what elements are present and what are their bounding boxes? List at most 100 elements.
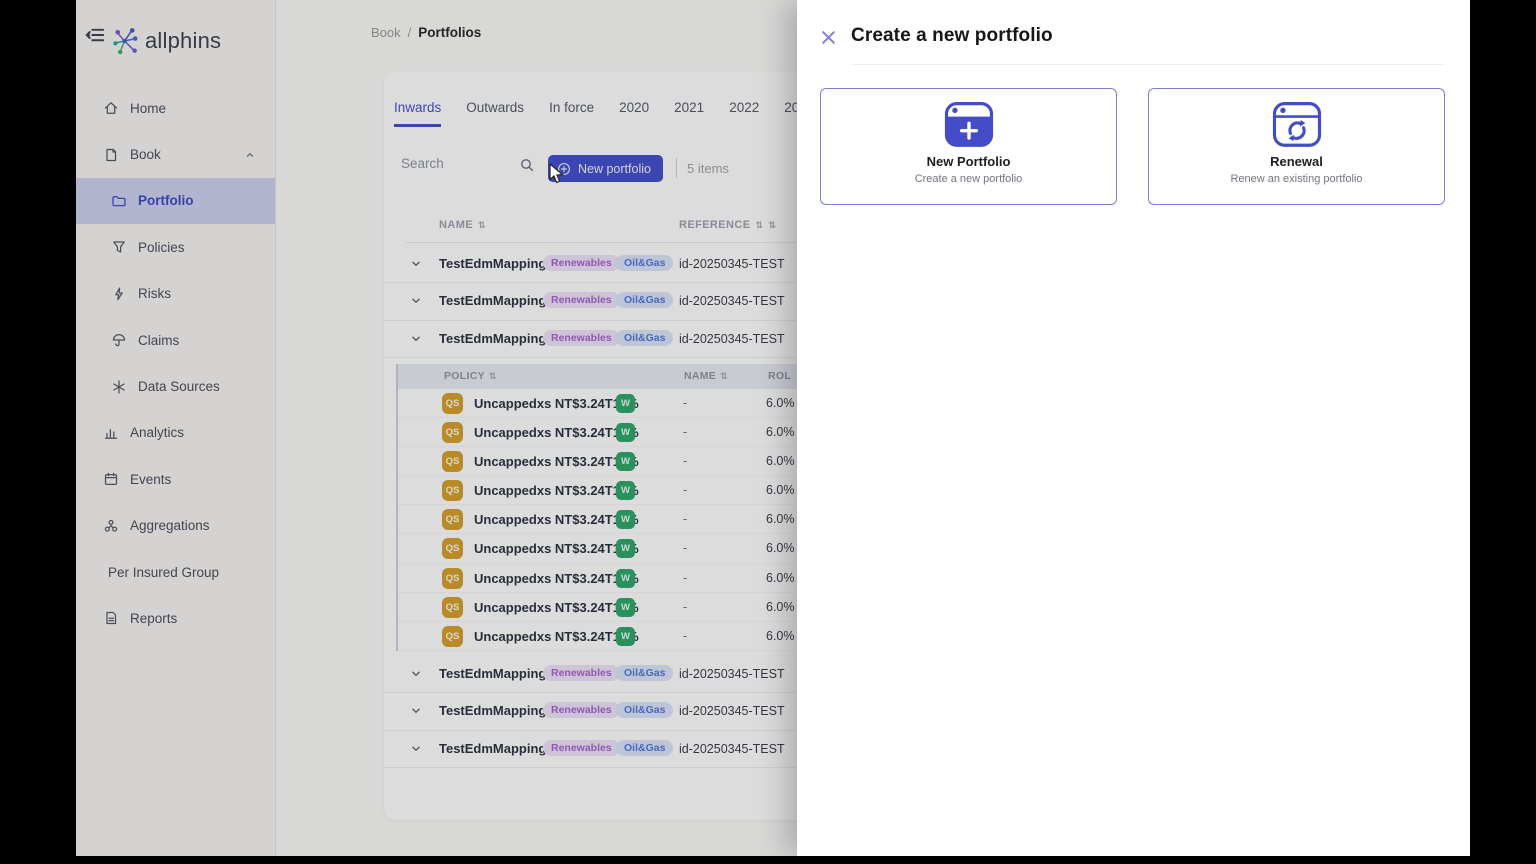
portfolio-reference: id-20250345-TEST (679, 257, 785, 271)
expand-chevron-icon[interactable] (409, 667, 423, 681)
sidebar-item-home[interactable]: Home (76, 85, 275, 131)
sidebar-item-reports[interactable]: Reports (76, 595, 275, 641)
expand-chevron-icon[interactable] (409, 704, 423, 718)
portfolio-name: TestEdmMapping (439, 703, 546, 718)
option-card-renewal[interactable]: Renewal Renew an existing portfolio (1148, 88, 1445, 205)
sidebar-item-aggregations[interactable]: Aggregations (76, 503, 275, 549)
qs-badge: QS (442, 538, 463, 559)
sidebar-item-policies[interactable]: Policies (76, 224, 275, 270)
portfolio-name: TestEdmMapping (439, 293, 546, 308)
column-header-policy-name[interactable]: NAME⇅ (684, 370, 728, 382)
folder-icon (111, 193, 127, 209)
sort-icon[interactable]: ⇅ (768, 220, 776, 231)
report-icon (103, 610, 119, 626)
umbrella-icon (111, 332, 127, 348)
expand-chevron-icon[interactable] (409, 257, 423, 271)
portfolio-name: TestEdmMapping (439, 666, 546, 681)
sidebar-item-data-sources[interactable]: Data Sources (76, 363, 275, 409)
tab-2021[interactable]: 2021 (674, 100, 704, 127)
sidebar-item-portfolio[interactable]: Portfolio (76, 178, 275, 224)
breadcrumb-current: Portfolios (418, 25, 481, 40)
policy-insured-name: - (683, 571, 687, 585)
new-portfolio-button[interactable]: New portfolio (548, 155, 663, 182)
tag-oil-gas: Oil&Gas (616, 740, 673, 756)
breadcrumb-parent[interactable]: Book (371, 25, 401, 40)
qs-badge: QS (442, 626, 463, 647)
policy-name: Uncappedxs NT$3.24T10% (474, 512, 639, 527)
policy-rol: 6.0% (766, 425, 795, 439)
w-badge: W (616, 598, 635, 617)
policy-name: Uncappedxs NT$3.24T10% (474, 483, 639, 498)
option-description: Renew an existing portfolio (1230, 173, 1362, 185)
sidebar-item-label: Policies (138, 240, 185, 255)
sidebar-item-per-insured-group[interactable]: Per Insured Group (76, 549, 275, 595)
allphins-logo-icon (112, 26, 139, 56)
policy-rol: 6.0% (766, 571, 795, 585)
policy-rol: 6.0% (766, 454, 795, 468)
sidebar-item-claims[interactable]: Claims (76, 317, 275, 363)
policy-insured-name: - (683, 425, 687, 439)
bolt-icon (111, 286, 127, 302)
expand-chevron-icon[interactable] (409, 332, 423, 346)
expand-chevron-icon[interactable] (409, 742, 423, 756)
policy-insured-name: - (683, 600, 687, 614)
tab-in-force[interactable]: In force (549, 100, 594, 127)
asterisk-icon (111, 379, 127, 395)
column-header-name[interactable]: NAME⇅ (439, 219, 486, 231)
policy-rol: 6.0% (766, 512, 795, 526)
sidebar-nav: Home Book Portfolio Policies RisksClaims Data… (76, 85, 275, 642)
search-input[interactable] (401, 156, 501, 171)
sidebar-item-book[interactable]: Book (76, 131, 275, 177)
option-card-new-portfolio[interactable]: New Portfolio Create a new portfolio (820, 88, 1117, 205)
sidebar-item-events[interactable]: Events (76, 456, 275, 502)
option-description: Create a new portfolio (915, 173, 1023, 185)
drawer-divider (851, 64, 1444, 65)
policy-name: Uncappedxs NT$3.24T10% (474, 396, 639, 411)
sidebar-item-label: Portfolio (138, 193, 194, 208)
sidebar-item-label: Aggregations (130, 518, 210, 533)
drawer-title: Create a new portfolio (851, 25, 1053, 47)
new-portfolio-button-label: New portfolio (578, 162, 651, 176)
sidebar-item-risks[interactable]: Risks (76, 271, 275, 317)
tab-2020[interactable]: 2020 (619, 100, 649, 127)
tab-inwards[interactable]: Inwards (394, 100, 441, 127)
qs-badge: QS (442, 480, 463, 501)
option-label: Renewal (1270, 154, 1323, 169)
portfolio-name: TestEdmMapping (439, 741, 546, 756)
brand-name: allphins (145, 28, 221, 54)
book-icon (103, 147, 119, 163)
screen: allphins HomeBookPortfolioPoliciesRisksC… (0, 0, 1536, 864)
sidebar-item-label: Data Sources (138, 379, 220, 394)
close-icon[interactable] (819, 28, 838, 47)
brand-logo[interactable]: allphins (112, 26, 221, 56)
sidebar-item-label: Per Insured Group (108, 565, 219, 580)
tag-renewables: Renewables (543, 330, 620, 346)
column-header-policy[interactable]: POLICY⇅ (444, 370, 497, 382)
toolbar-divider (676, 158, 677, 178)
sidebar-collapse-icon[interactable] (84, 24, 106, 46)
portfolio-reference: id-20250345-TEST (679, 704, 785, 718)
policy-rol: 6.0% (766, 541, 795, 555)
sidebar-item-label: Home (130, 101, 166, 116)
policy-name: Uncappedxs NT$3.24T10% (474, 629, 639, 644)
tag-renewables: Renewables (543, 255, 620, 271)
tab-2022[interactable]: 2022 (729, 100, 759, 127)
sort-icon[interactable]: ⇅ (489, 371, 497, 382)
policy-name: Uncappedxs NT$3.24T10% (474, 454, 639, 469)
tab-outwards[interactable]: Outwards (466, 100, 524, 127)
sort-icon[interactable]: ⇅ (720, 371, 728, 382)
tag-oil-gas: Oil&Gas (616, 665, 673, 681)
funnel-icon (111, 239, 127, 255)
sort-icon[interactable]: ⇅ (478, 220, 486, 231)
expand-chevron-icon[interactable] (409, 294, 423, 308)
tag-oil-gas: Oil&Gas (616, 292, 673, 308)
sidebar-item-label: Book (130, 147, 161, 162)
sort-icon[interactable]: ⇅ (755, 220, 763, 231)
column-header-rol[interactable]: ROL (768, 370, 791, 382)
column-header-reference[interactable]: REFERENCE⇅⇅ (679, 219, 776, 231)
sidebar: allphins Home Book Portfolio Policies RisksC… (76, 0, 276, 856)
cluster-icon (103, 518, 119, 534)
chevron-up-icon[interactable] (243, 148, 257, 162)
portfolio-reference: id-20250345-TEST (679, 667, 785, 681)
sidebar-item-analytics[interactable]: Analytics (76, 410, 275, 456)
